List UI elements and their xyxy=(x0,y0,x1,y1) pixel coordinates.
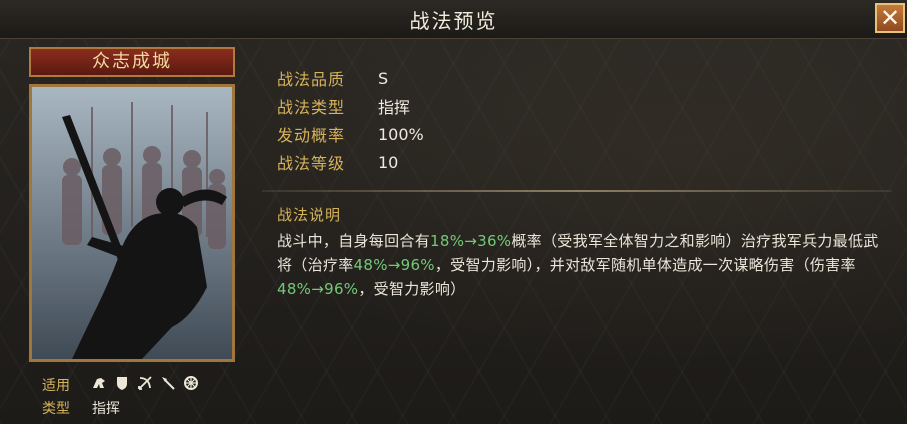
window-title: 战法预览 xyxy=(409,9,498,33)
shield-icon xyxy=(114,375,130,391)
description-segment: 战斗中，自身每回合有 xyxy=(277,232,431,250)
stat-label: 发动概率 xyxy=(277,126,346,145)
stat-value: 100% xyxy=(378,124,424,144)
type-value: 指挥 xyxy=(92,401,120,417)
spear-icon xyxy=(160,375,176,391)
stat-value: 指挥 xyxy=(378,98,411,117)
close-icon: ✕ xyxy=(879,4,901,32)
tactic-stats: 战法品质 S 战法类型 指挥 发动概率 100% 战法等级 10 xyxy=(277,64,424,176)
stat-row-level: 战法等级 10 xyxy=(277,148,424,176)
applicable-label: 适用 xyxy=(42,378,70,394)
stat-row-probability: 发动概率 100% xyxy=(277,120,424,148)
description-title: 战法说明 xyxy=(277,206,342,224)
unit-type-icons xyxy=(91,375,199,391)
description-segment: ，受智力影响） xyxy=(358,280,466,298)
warrior-silhouette-art xyxy=(32,87,232,359)
siege-icon xyxy=(183,375,199,391)
title-bar: 战法预览 ✕ xyxy=(0,0,907,39)
stat-value: S xyxy=(378,68,389,88)
bow-icon xyxy=(137,375,153,391)
tactic-illustration xyxy=(29,84,235,362)
description-segment: ，受智力影响），并对敌军随机单体造成一次谋略伤害（伤害率 xyxy=(434,256,856,274)
stat-label: 战法等级 xyxy=(277,154,346,173)
stat-value: 10 xyxy=(378,152,399,172)
type-label: 类型 xyxy=(42,401,70,417)
stat-label: 战法类型 xyxy=(277,98,346,117)
tactic-name: 众志成城 xyxy=(29,47,235,77)
stat-label: 战法品质 xyxy=(277,70,346,89)
cavalry-icon xyxy=(91,375,107,391)
close-button[interactable]: ✕ xyxy=(875,3,905,33)
stat-row-type: 战法类型 指挥 xyxy=(277,92,424,120)
description-highlight: 48%→96% xyxy=(277,280,359,298)
divider xyxy=(262,190,892,192)
description-text: 战斗中，自身每回合有18%→36%概率（受我军全体智力之和影响）治疗我军兵力最低… xyxy=(277,229,883,301)
description-highlight: 48%→96% xyxy=(353,256,435,274)
description-highlight: 18%→36% xyxy=(430,232,512,250)
stat-row-quality: 战法品质 S xyxy=(277,64,424,92)
